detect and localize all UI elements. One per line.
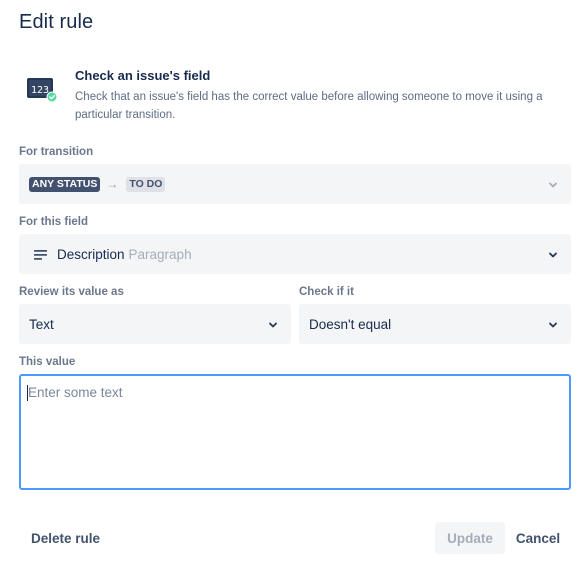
check-label: Check if it (299, 286, 354, 298)
check-select[interactable]: Doesn't equal (299, 304, 571, 344)
delete-rule-button[interactable]: Delete rule (19, 522, 112, 554)
svg-text:123: 123 (31, 85, 49, 96)
to-status-lozenge: TO DO (126, 176, 166, 192)
review-select[interactable]: Text (19, 304, 291, 344)
chevron-down-icon (267, 318, 279, 330)
rule-header: 123 Check an issue's field Check that an… (26, 67, 566, 127)
chevron-down-icon (547, 248, 559, 260)
field-select[interactable]: Description Paragraph (19, 234, 571, 274)
update-button[interactable]: Update (435, 522, 505, 554)
rule-name: Check an issue's field (75, 68, 211, 83)
transition-label: For transition (19, 146, 94, 158)
value-textarea[interactable]: Enter some text (19, 374, 571, 490)
check-value: Doesn't equal (309, 316, 392, 332)
chevron-down-icon (547, 318, 559, 330)
review-label: Review its value as (19, 286, 124, 298)
chevron-down-icon (547, 178, 559, 190)
from-status-lozenge: ANY STATUS (29, 176, 101, 192)
field-check-icon: 123 (26, 76, 58, 104)
rule-description: Check that an issue's field has the corr… (75, 91, 543, 121)
paragraph-icon (34, 248, 48, 260)
value-placeholder: Enter some text (28, 385, 123, 400)
field-type: Paragraph (128, 246, 192, 262)
dialog-title: Edit rule (19, 11, 94, 33)
arrow-right-icon: → (106, 177, 119, 191)
field-label: For this field (19, 216, 88, 228)
cancel-button[interactable]: Cancel (508, 522, 568, 554)
review-value: Text (29, 316, 54, 332)
transition-select[interactable]: ANY STATUS → TO DO (19, 164, 571, 204)
value-label: This value (19, 356, 76, 368)
field-name: Description (57, 246, 125, 262)
